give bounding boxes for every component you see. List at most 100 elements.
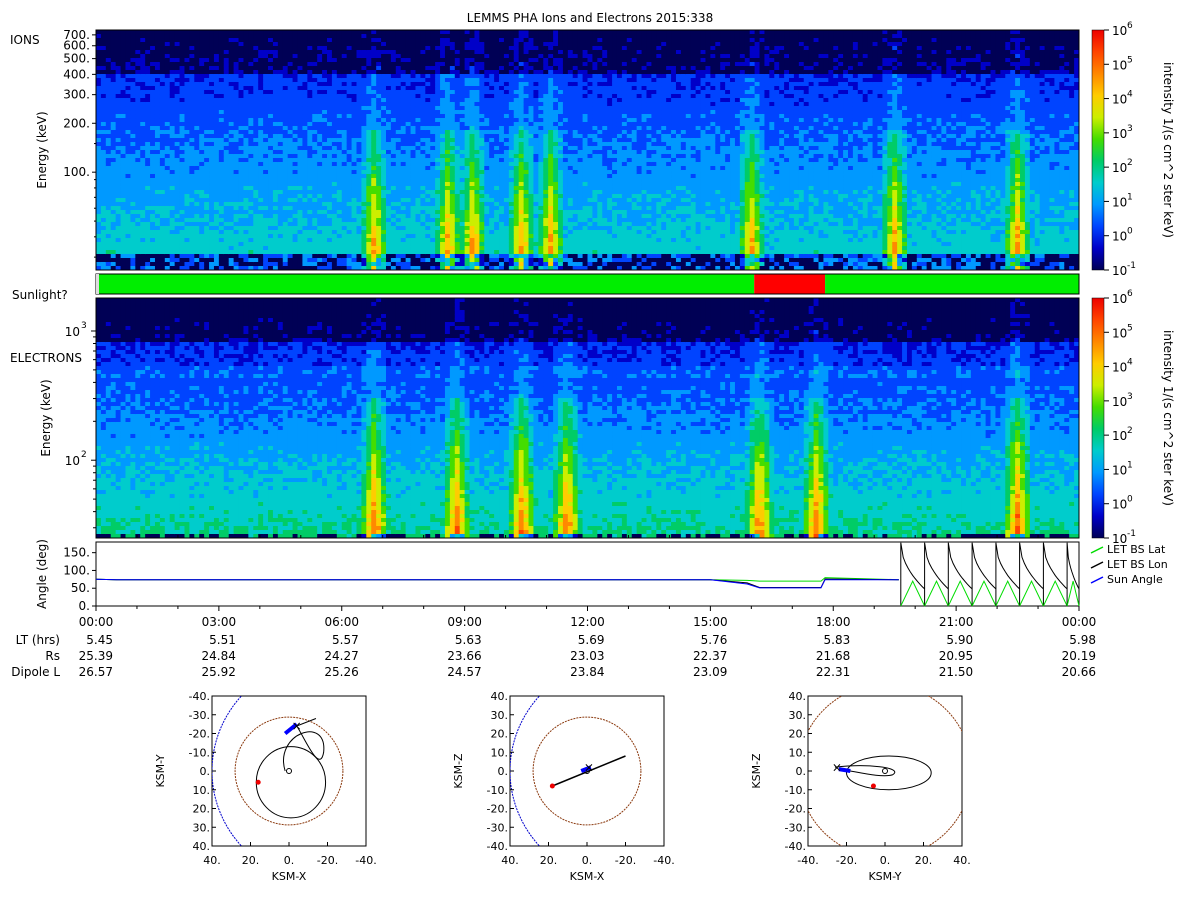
spectrogram-cell — [327, 202, 333, 207]
spectrogram-cell — [400, 66, 407, 71]
spectrogram-cell — [312, 202, 318, 207]
spectrogram-cell — [140, 62, 146, 67]
spectrogram-cell — [145, 230, 151, 235]
spectrogram-cell — [336, 74, 343, 79]
spectrogram-cell — [322, 150, 328, 155]
spectrogram-cell — [179, 34, 185, 39]
spectrogram-cell — [484, 238, 490, 243]
spectrogram-cell — [336, 142, 343, 147]
spectrogram-cell — [322, 230, 328, 235]
spectrogram-cell — [312, 66, 318, 71]
spectrogram-cell — [474, 158, 480, 163]
spectrogram-cell — [366, 106, 372, 111]
spectrogram-cell — [105, 94, 112, 99]
spectrogram-cell — [371, 218, 377, 223]
spectrogram-cell — [361, 66, 367, 71]
spectrogram-cell — [489, 86, 495, 91]
spectrogram-cell — [154, 186, 161, 191]
spectrogram-cell — [154, 202, 161, 207]
spectrogram-cell — [248, 230, 254, 235]
spectrogram-cell — [464, 114, 470, 119]
spectrogram-cell — [272, 70, 279, 75]
spectrogram-cell — [292, 182, 298, 187]
spectrogram-cell — [415, 254, 421, 259]
spectrogram-cell — [430, 50, 436, 55]
spectrogram-cell — [238, 146, 244, 151]
spectrogram-cell — [302, 94, 308, 99]
spectrogram-cell — [184, 138, 190, 143]
spectrogram-cell — [336, 262, 343, 267]
spectrogram-cell — [385, 126, 392, 131]
spectrogram-cell — [381, 94, 387, 99]
spectrogram-cell — [189, 234, 195, 239]
spectrogram-cell — [248, 30, 254, 35]
spectrogram-cell — [327, 130, 333, 135]
spectrogram-cell — [469, 58, 475, 63]
spectrogram-cell — [243, 58, 249, 63]
spectrogram-cell — [125, 262, 131, 267]
spectrogram-cell — [366, 250, 372, 255]
spectrogram-cell — [415, 138, 421, 143]
spectrogram-cell — [484, 62, 490, 67]
spectrogram-cell — [268, 154, 274, 159]
spectrogram-cell — [469, 154, 475, 159]
spectrogram-cell — [484, 230, 490, 235]
spectrogram-cell — [317, 54, 323, 59]
spectrogram-cell — [120, 130, 126, 135]
spectrogram-cell — [425, 242, 431, 247]
spectrogram-cell — [444, 106, 451, 111]
spectrogram-cell — [204, 46, 210, 51]
spectrogram-cell — [174, 162, 180, 167]
spectrogram-cell — [233, 38, 239, 43]
spectrogram-cell — [120, 90, 126, 95]
spectrogram-cell — [287, 158, 294, 163]
spectrogram-cell — [100, 246, 107, 251]
spectrogram-cell — [410, 118, 416, 123]
spectrogram-cell — [243, 62, 249, 67]
spectrogram-cell — [228, 234, 235, 239]
spectrogram-cell — [484, 110, 490, 115]
spectrogram-cell — [459, 214, 466, 219]
spectrogram-cell — [420, 98, 426, 103]
spectrogram-cell — [238, 34, 244, 39]
spectrogram-cell — [223, 206, 230, 211]
spectrogram-cell — [346, 70, 352, 75]
spectrogram-cell — [312, 150, 318, 155]
spectrogram-cell — [184, 210, 190, 215]
spectrogram-cell — [346, 122, 352, 127]
spectrogram-cell — [341, 262, 348, 267]
spectrogram-cell — [110, 46, 117, 51]
spectrogram-cell — [464, 78, 470, 83]
spectrogram-cell — [454, 122, 461, 127]
spectrogram-cell — [130, 194, 136, 199]
spectrogram-cell — [159, 54, 166, 59]
spectrogram-cell — [494, 98, 500, 103]
spectrogram-cell — [184, 86, 190, 91]
spectrogram-cell — [110, 262, 117, 267]
spectrogram-cell — [238, 30, 244, 35]
spectrogram-cell — [390, 50, 397, 55]
spectrogram-cell — [385, 46, 392, 51]
spectrogram-cell — [405, 202, 411, 207]
spectrogram-cell — [336, 226, 343, 231]
spectrogram-cell — [400, 102, 407, 107]
spectrogram-cell — [223, 182, 230, 187]
spectrogram-cell — [209, 90, 215, 95]
spectrogram-cell — [130, 222, 136, 227]
spectrogram-cell — [194, 258, 200, 263]
spectrogram-cell — [184, 194, 190, 199]
spectrogram-cell — [199, 230, 205, 235]
spectrogram-cell — [385, 90, 392, 95]
spectrogram-cell — [204, 174, 210, 179]
spectrogram-cell — [449, 30, 456, 35]
spectrogram-cell — [282, 146, 289, 151]
spectrogram-cell — [395, 102, 402, 107]
spectrogram-cell — [115, 62, 121, 67]
spectrogram-cell — [464, 98, 470, 103]
spectrogram-cell — [336, 138, 343, 143]
spectrogram-cell — [484, 242, 490, 247]
spectrogram-cell — [474, 34, 480, 39]
spectrogram-cell — [277, 66, 284, 71]
spectrogram-cell — [395, 222, 402, 227]
spectrogram-cell — [115, 138, 121, 143]
